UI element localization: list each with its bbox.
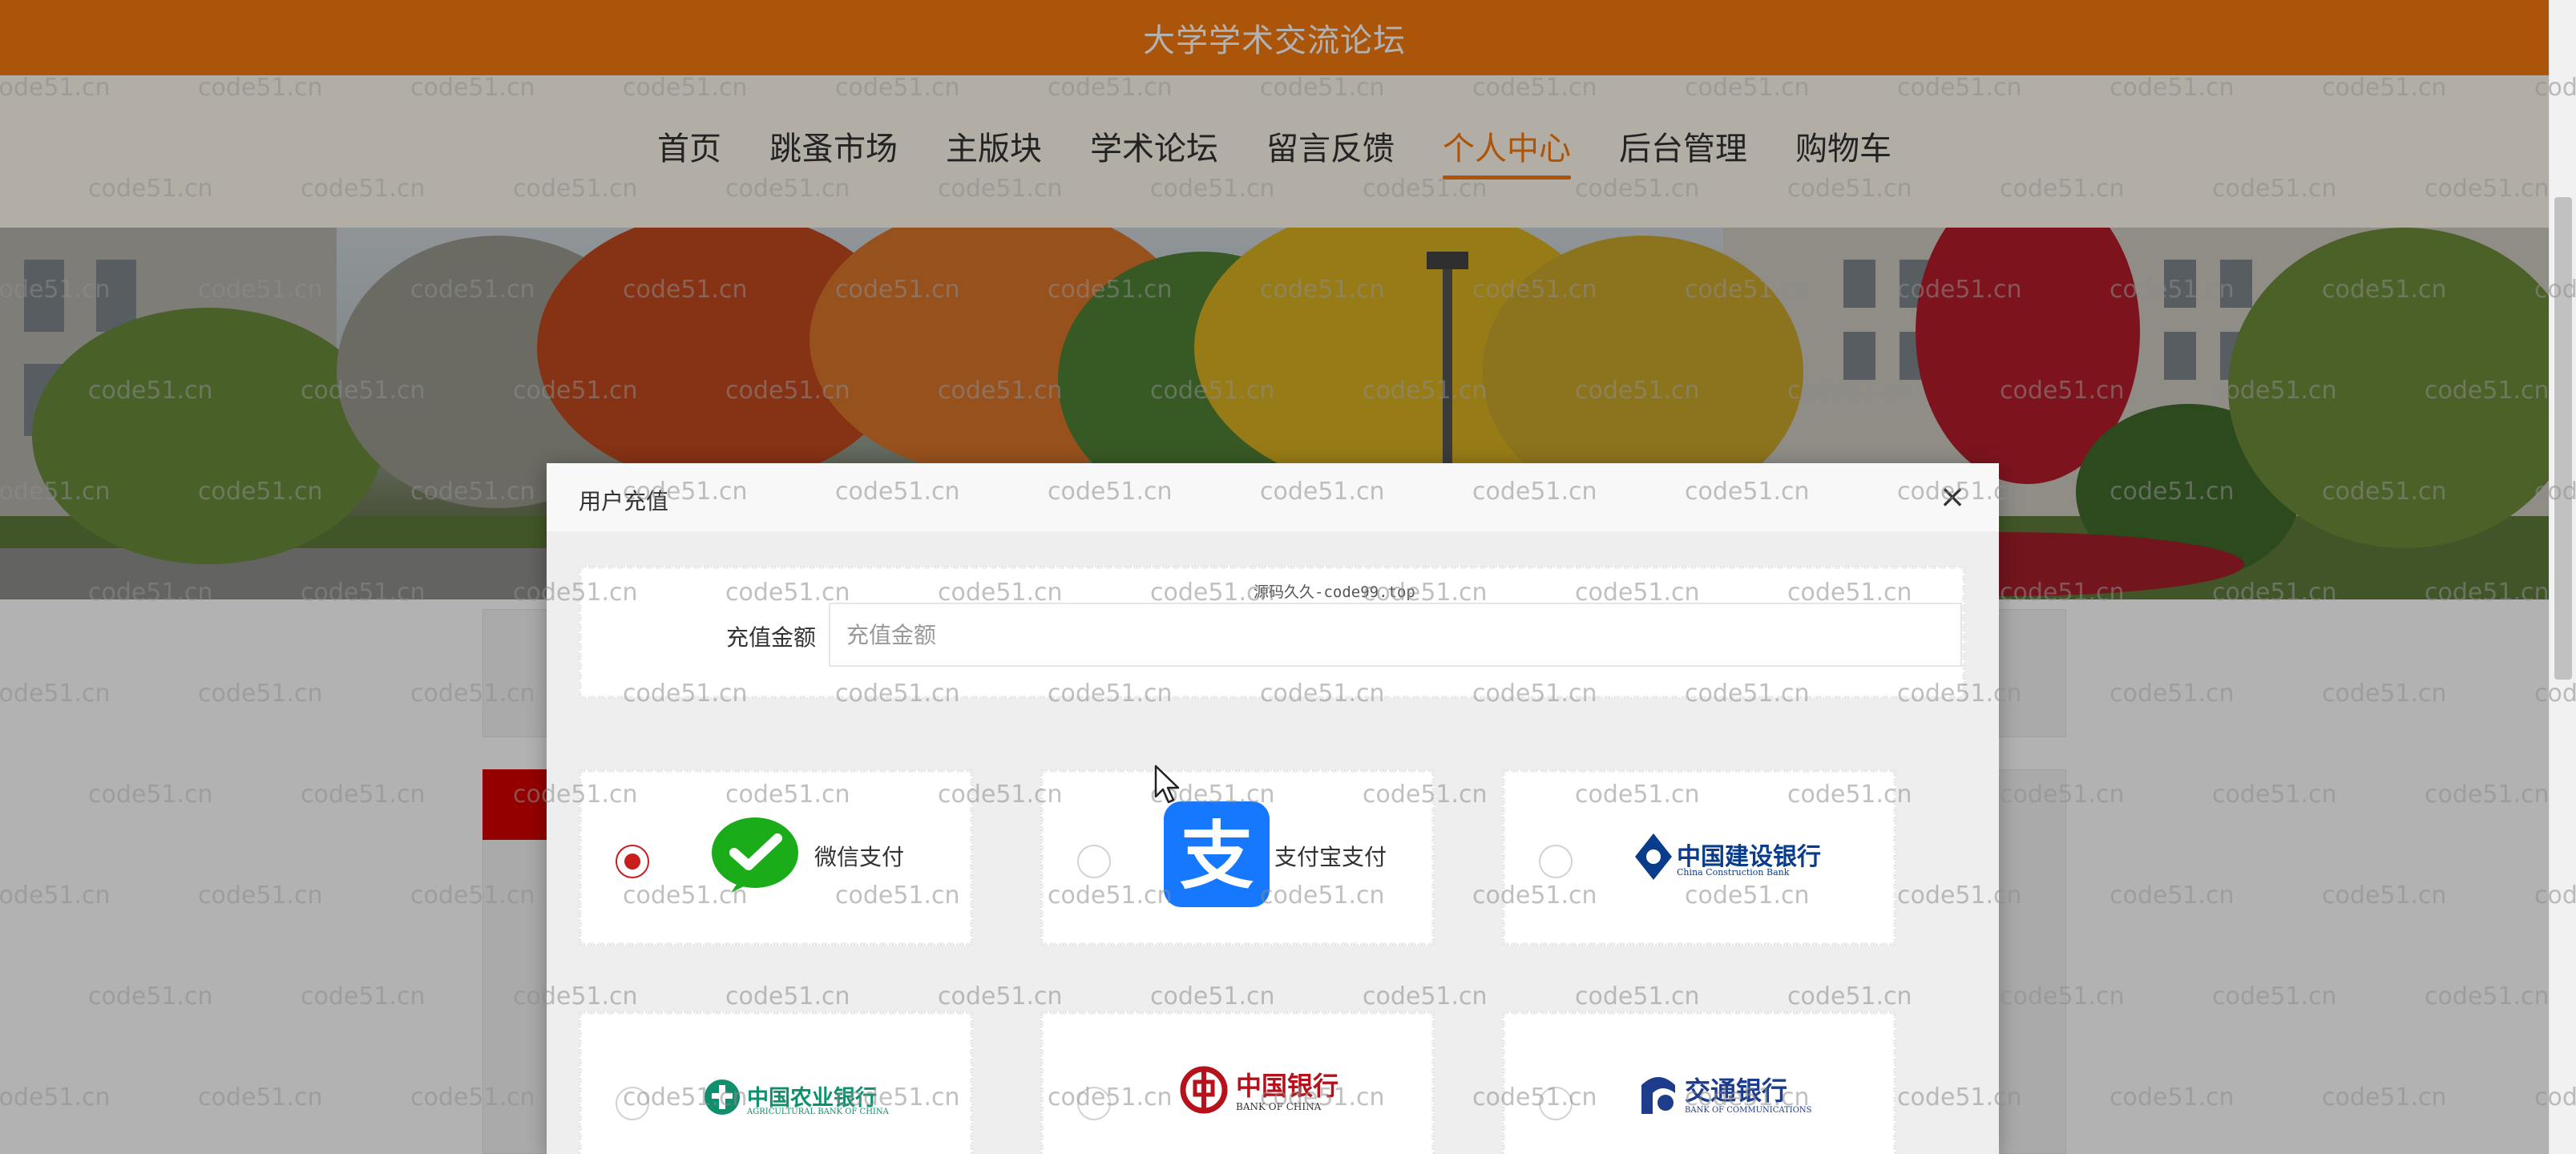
boc-logo-icon	[1180, 1066, 1228, 1114]
amount-label: 充值金额	[726, 624, 817, 651]
payment-option-wechat[interactable]: 微信支付	[579, 769, 973, 946]
radio-abc[interactable]	[616, 1087, 649, 1120]
bank-subname-bocom: BANK OF COMMUNICATIONS	[1685, 1106, 1812, 1115]
payment-option-boc[interactable]: 中国银行 BANK OF CHINA	[1040, 1011, 1435, 1154]
bank-subname-ccb: China Construction Bank	[1677, 867, 1790, 878]
page-scrollbar[interactable]	[2549, 0, 2576, 1154]
bocom-logo-icon	[1641, 1077, 1675, 1114]
payment-option-alipay[interactable]: 支 支付宝支付	[1040, 769, 1435, 946]
svg-text:支: 支	[1180, 813, 1254, 899]
modal-header: 用户充值 ×	[547, 463, 1999, 532]
payment-option-bocom[interactable]: 交通银行 BANK OF COMMUNICATIONS	[1502, 1011, 1896, 1154]
ccb-logo-icon	[1635, 833, 1672, 880]
mouse-cursor-icon	[1154, 765, 1180, 804]
bank-subname-boc: BANK OF CHINA	[1236, 1101, 1322, 1112]
small-watermark: 源码久久-code99.top	[1254, 583, 1415, 601]
bank-name-boc: 中国银行	[1236, 1071, 1339, 1101]
radio-boc[interactable]	[1077, 1087, 1111, 1120]
radio-alipay[interactable]	[1077, 845, 1111, 878]
payment-option-abc[interactable]: 中国农业银行 AGRICULTURAL BANK OF CHINA	[579, 1011, 973, 1154]
radio-ccb[interactable]	[1539, 845, 1573, 878]
modal-body: 源码久久-code99.top 充值金额 微信支付 支 支付宝支付	[547, 532, 1999, 1154]
radio-bocom[interactable]	[1539, 1087, 1573, 1120]
radio-wechat[interactable]	[616, 845, 649, 878]
alipay-icon: 支	[1164, 801, 1270, 907]
modal-title: 用户充值	[579, 488, 669, 514]
payment-label-wechat: 微信支付	[814, 844, 905, 870]
amount-form-row: 源码久久-code99.top 充值金额	[579, 566, 1965, 699]
recharge-modal: 用户充值 × 源码久久-code99.top 充值金额 微信支付 支	[547, 463, 1999, 1154]
amount-input[interactable]	[829, 603, 1962, 667]
payment-label-alipay: 支付宝支付	[1274, 844, 1387, 870]
scrollbar-thumb[interactable]	[2554, 197, 2572, 680]
bank-subname-abc: AGRICULTURAL BANK OF CHINA	[747, 1108, 889, 1116]
wechat-pay-icon	[712, 817, 798, 893]
close-icon[interactable]: ×	[1935, 479, 1970, 514]
bank-name-bocom: 交通银行	[1685, 1075, 1788, 1106]
abc-logo-icon	[705, 1079, 740, 1115]
payment-option-ccb[interactable]: 中国建设银行 China Construction Bank	[1502, 769, 1896, 946]
